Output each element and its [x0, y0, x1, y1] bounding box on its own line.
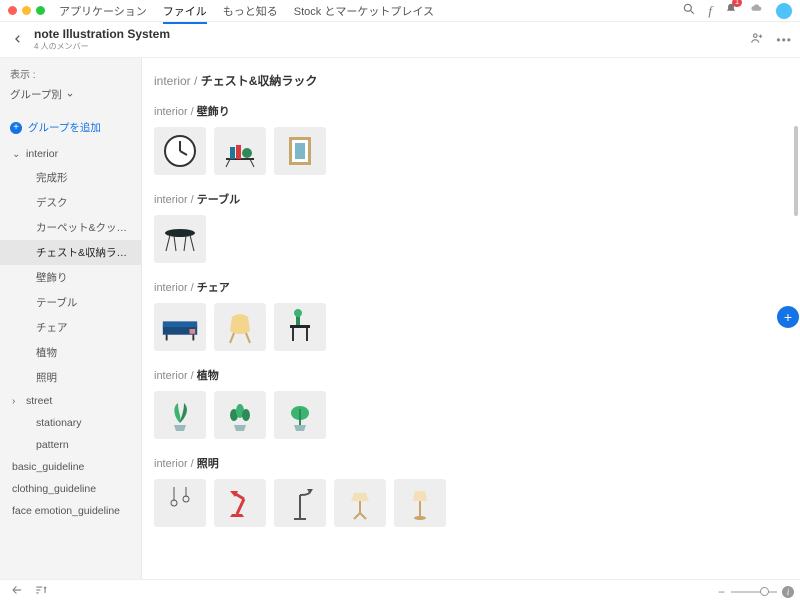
asset-tile-lamp-shade1[interactable] — [334, 479, 386, 527]
asset-tile-plant-c[interactable] — [274, 391, 326, 439]
asset-tile-lamp-floor[interactable] — [274, 479, 326, 527]
sidebar-item[interactable]: stationary — [0, 412, 141, 434]
section-heading: interior / 照明 — [154, 451, 788, 479]
menu-1[interactable]: ファイル — [163, 3, 207, 24]
main-menu: アプリケーションファイルもっと知るStock とマーケットプレイス — [59, 3, 434, 19]
section-heading: interior / チェア — [154, 275, 788, 303]
zoom-out-button[interactable]: − — [718, 585, 725, 599]
asset-tile-plant-b[interactable] — [214, 391, 266, 439]
section-heading: interior / テーブル — [154, 187, 788, 215]
asset-tile-lamp-shade2[interactable] — [394, 479, 446, 527]
sidebar-item[interactable]: 照明 — [0, 365, 141, 390]
scrollbar-thumb[interactable] — [794, 126, 798, 216]
sidebar-item[interactable]: basic_guideline — [0, 456, 141, 478]
sidebar-item[interactable]: clothing_guideline — [0, 478, 141, 500]
view-mode-select[interactable]: グループ別 — [0, 85, 141, 112]
avatar[interactable] — [776, 3, 792, 19]
bell-icon[interactable]: 1 — [724, 2, 738, 19]
sidebar-item[interactable]: テーブル — [0, 290, 141, 315]
add-group-button[interactable]: + グループを追加 — [0, 112, 141, 143]
max-dot[interactable] — [36, 6, 45, 15]
share-icon[interactable] — [750, 31, 764, 48]
sidebar-item[interactable]: 植物 — [0, 340, 141, 365]
sidebar-item[interactable]: ›street — [0, 390, 141, 412]
more-icon[interactable]: ••• — [776, 33, 792, 47]
asset-tile-side-table[interactable] — [274, 303, 326, 351]
info-icon[interactable]: i — [782, 586, 794, 598]
sidebar-item[interactable]: pattern — [0, 434, 141, 456]
export-icon[interactable] — [10, 583, 24, 600]
asset-tile-lamp-red[interactable] — [214, 479, 266, 527]
fab-add-button[interactable]: + — [777, 306, 799, 328]
sidebar-item[interactable]: ⌄interior — [0, 143, 141, 165]
asset-tile-chair-yellow[interactable] — [214, 303, 266, 351]
chevron-icon: ⌄ — [12, 149, 20, 160]
asset-tile-table[interactable] — [154, 215, 206, 263]
menu-0[interactable]: アプリケーション — [59, 3, 147, 19]
search-icon[interactable] — [682, 2, 696, 19]
plus-icon: + — [10, 122, 22, 134]
min-dot[interactable] — [22, 6, 31, 15]
sidebar-item[interactable]: 壁飾り — [0, 265, 141, 290]
sidebar-item[interactable]: デスク — [0, 190, 141, 215]
sidebar: 表示 : グループ別 + グループを追加 ⌄interior完成形デスクカーペッ… — [0, 58, 142, 579]
zoom-slider[interactable] — [731, 591, 777, 593]
asset-tile-plant-a[interactable] — [154, 391, 206, 439]
sort-icon[interactable] — [34, 583, 48, 600]
project-members: 4 人のメンバー — [34, 41, 170, 52]
chevron-down-icon — [66, 91, 74, 99]
asset-tile-shelf[interactable] — [214, 127, 266, 175]
back-button[interactable] — [8, 33, 28, 47]
close-dot[interactable] — [8, 6, 17, 15]
asset-tile-clock[interactable] — [154, 127, 206, 175]
section-heading: interior / チェスト&収納ラック — [154, 64, 788, 93]
font-icon[interactable]: f — [708, 3, 712, 19]
asset-tile-lamp-hang[interactable] — [154, 479, 206, 527]
content-area: interior / チェスト&収納ラック interior / 壁飾り inter… — [142, 58, 800, 579]
section-heading: interior / 植物 — [154, 363, 788, 391]
menu-3[interactable]: Stock とマーケットプレイス — [294, 3, 434, 19]
project-title: note Illustration System — [34, 27, 170, 41]
chevron-icon: › — [12, 396, 20, 407]
sidebar-item[interactable]: face emotion_guideline — [0, 500, 141, 522]
menu-2[interactable]: もっと知る — [223, 3, 278, 19]
sidebar-item[interactable]: カーペット&クッシ... — [0, 215, 141, 240]
sidebar-item[interactable]: チェスト&収納ラック — [0, 240, 141, 265]
sidebar-item[interactable]: 完成形 — [0, 165, 141, 190]
view-mode-value: グループ別 — [10, 87, 62, 102]
notif-badge: 1 — [732, 0, 742, 7]
section-heading: interior / 壁飾り — [154, 99, 788, 127]
asset-tile-sofa[interactable] — [154, 303, 206, 351]
view-label: 表示 : — [0, 58, 141, 85]
asset-tile-frame[interactable] — [274, 127, 326, 175]
add-group-label: グループを追加 — [28, 120, 101, 135]
sidebar-item[interactable]: チェア — [0, 315, 141, 340]
window-controls[interactable] — [8, 6, 45, 15]
cloud-icon[interactable] — [750, 2, 764, 19]
